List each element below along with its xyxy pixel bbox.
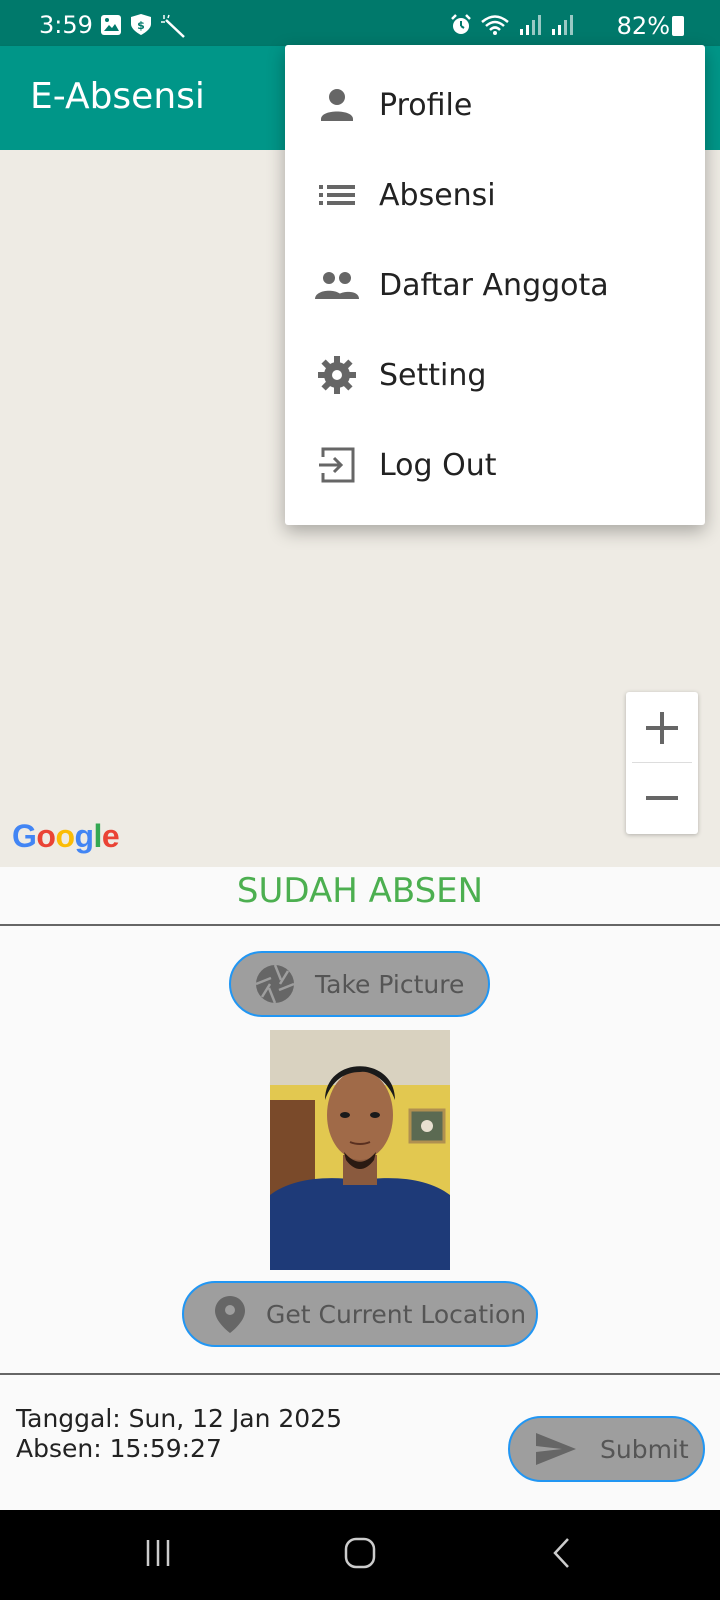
menu-item-label: Profile	[379, 87, 473, 123]
exit-icon	[315, 443, 359, 487]
attendance-date: Tanggal: Sun, 12 Jan 2025	[16, 1404, 342, 1433]
attendance-status: SUDAH ABSEN	[236, 871, 484, 911]
recent-apps-icon	[143, 1538, 173, 1573]
menu-item-daftar-anggota[interactable]: Daftar Anggota	[285, 240, 705, 330]
svg-text:$: $	[137, 19, 145, 32]
get-location-button[interactable]: Get Current Location	[182, 1281, 538, 1347]
take-picture-label: Take Picture	[315, 969, 465, 999]
recent-apps-button[interactable]	[128, 1530, 188, 1580]
image-icon	[100, 14, 122, 45]
home-icon	[343, 1536, 377, 1575]
menu-item-label: Daftar Anggota	[379, 267, 609, 303]
shield-dollar-icon: $	[128, 14, 154, 45]
menu-item-label: Absensi	[379, 177, 496, 213]
selfie-photo	[270, 1030, 450, 1270]
overflow-menu: Profile Absensi Daftar Anggota Setting L…	[285, 45, 705, 525]
app-title: E-Absensi	[30, 76, 205, 117]
divider-bottom	[0, 1373, 720, 1375]
divider-top	[0, 924, 720, 926]
attendance-info: Tanggal: Sun, 12 Jan 2025 Absen: 15:59:2…	[16, 1404, 342, 1464]
status-time: 3:59	[39, 11, 93, 39]
alarm-icon	[450, 14, 472, 43]
home-button[interactable]	[330, 1530, 390, 1580]
system-nav-bar	[0, 1510, 720, 1600]
camera-shutter-icon	[253, 962, 297, 1006]
status-bar: 3:59 $ 82%	[0, 0, 720, 46]
list-icon	[315, 173, 359, 217]
menu-item-label: Setting	[379, 357, 487, 393]
signal-icon	[550, 14, 574, 43]
battery-percent: 82%	[616, 12, 670, 40]
group-icon	[315, 263, 359, 307]
menu-item-log-out[interactable]: Log Out	[285, 420, 705, 510]
gear-icon	[315, 353, 359, 397]
zoom-in-button[interactable]	[626, 692, 698, 762]
menu-item-absensi[interactable]: Absensi	[285, 150, 705, 240]
person-icon	[315, 83, 359, 127]
send-icon	[532, 1427, 580, 1471]
menu-item-setting[interactable]: Setting	[285, 330, 705, 420]
magic-wand-icon	[160, 14, 186, 45]
zoom-out-button[interactable]	[626, 763, 698, 833]
take-picture-button[interactable]: Take Picture	[229, 951, 490, 1017]
signal-icon	[518, 14, 542, 43]
google-logo: Google	[12, 818, 120, 854]
wifi-icon	[480, 14, 510, 43]
attendance-time: Absen: 15:59:27	[16, 1434, 222, 1463]
battery-icon	[672, 16, 684, 36]
back-icon	[550, 1536, 574, 1575]
submit-button[interactable]: Submit	[508, 1416, 705, 1482]
submit-label: Submit	[600, 1434, 689, 1464]
back-button[interactable]	[532, 1530, 592, 1580]
menu-item-profile[interactable]: Profile	[285, 60, 705, 150]
location-pin-icon	[208, 1292, 252, 1336]
menu-item-label: Log Out	[379, 447, 497, 483]
get-location-label: Get Current Location	[266, 1299, 527, 1329]
zoom-controls	[626, 692, 698, 834]
